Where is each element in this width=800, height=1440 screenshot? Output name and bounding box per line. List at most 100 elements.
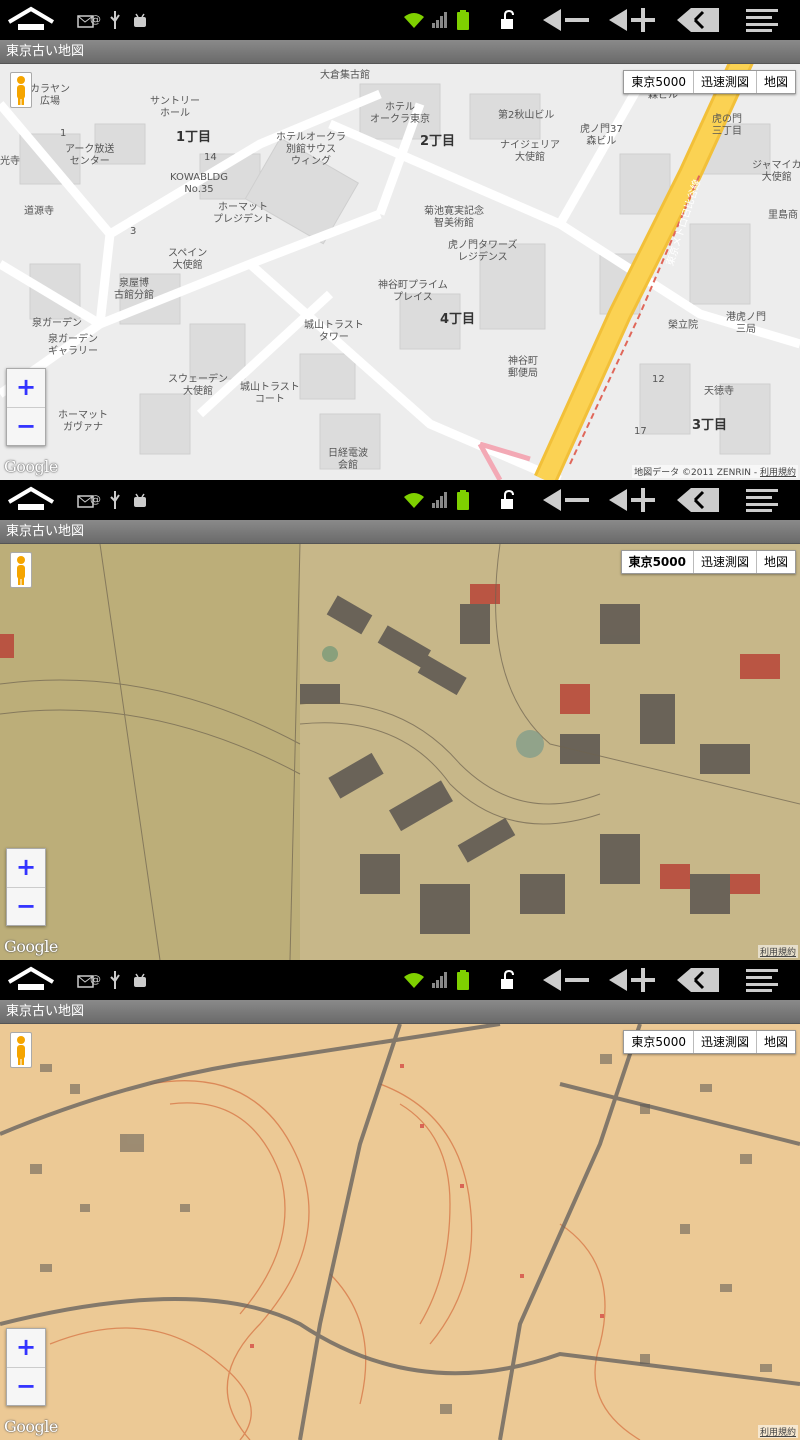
label-nigeria: ナイジェリア 大使館: [500, 140, 560, 163]
zoom-control: + −: [6, 848, 46, 926]
screen-2: @ 東京古い地図 東京5000 迅速測図 地図 + − Google 利用規約: [0, 480, 800, 960]
google-logo: Google: [4, 937, 58, 956]
map-view[interactable]: カラヤン 広場 サントリー ホール アーク放送 センター 光寺 道源寺 KOWABLD…: [0, 64, 800, 480]
label-homat-pres: ホーマット プレジデント: [213, 202, 273, 225]
volume-down-icon[interactable]: [540, 480, 592, 520]
zoom-out-button[interactable]: −: [7, 407, 45, 446]
label-izumi-gallery: 泉ガーデン ギャラリー: [48, 334, 98, 357]
label-kou: 光寺: [0, 156, 20, 167]
label-sweden: スウェーデン 大使館: [168, 374, 228, 397]
unlock-icon[interactable]: [498, 480, 520, 520]
screen-3: @ 東京古い地図 東京5000 迅速測図 地図 + − Google 利用規約: [0, 960, 800, 1440]
volume-up-icon[interactable]: [606, 480, 658, 520]
svg-text:@: @: [90, 493, 101, 506]
label-n12: 12: [652, 374, 665, 385]
map-type-tokyo5000[interactable]: 東京5000: [621, 551, 693, 573]
back-icon[interactable]: [674, 0, 722, 40]
terms-link[interactable]: 利用規約: [760, 468, 796, 478]
label-satomi: 里島商: [768, 210, 798, 221]
map-view[interactable]: 東京5000 迅速測図 地図 + − Google 利用規約: [0, 1024, 800, 1440]
map-copyright: 利用規約: [757, 945, 798, 958]
volume-up-icon[interactable]: [606, 0, 658, 40]
label-kikuchi: 菊池寛実記念 智美術館: [424, 206, 484, 229]
menu-icon[interactable]: [742, 480, 782, 520]
home-icon[interactable]: [4, 0, 58, 40]
label-toranomon-towers: 虎ノ門タワーズ レジデンス: [448, 240, 518, 263]
status-bar: @: [0, 0, 800, 40]
unlock-icon[interactable]: [498, 960, 520, 1000]
label-n14: 14: [204, 152, 217, 163]
map-type-selector: 東京5000 迅速測図 地図: [620, 550, 796, 574]
label-shiroyama-tower: 城山トラスト タワー: [304, 320, 364, 343]
pegman-icon[interactable]: [10, 72, 32, 108]
pegman-icon[interactable]: [10, 552, 32, 588]
zoom-out-button[interactable]: −: [7, 1367, 45, 1406]
zoom-in-button[interactable]: +: [7, 369, 45, 407]
label-izumi-garden: 泉ガーデン: [32, 318, 82, 329]
zoom-in-button[interactable]: +: [7, 849, 45, 887]
status-bar: @: [0, 480, 800, 520]
map-type-selector: 東京5000 迅速測図 地図: [623, 1030, 796, 1054]
email-icon: @: [76, 960, 102, 1000]
label-okura: ホテル オークラ東京: [370, 102, 430, 125]
volume-down-icon[interactable]: [540, 960, 592, 1000]
map-type-tokyo5000[interactable]: 東京5000: [624, 1031, 693, 1053]
back-icon[interactable]: [674, 480, 722, 520]
battery-icon: [456, 0, 470, 40]
menu-icon[interactable]: [742, 0, 782, 40]
label-shiroyama-court: 城山トラスト コート: [240, 382, 300, 405]
volume-down-icon[interactable]: [540, 0, 592, 40]
svg-text:@: @: [90, 13, 101, 26]
terms-link[interactable]: 利用規約: [760, 1428, 796, 1438]
usb-icon: [106, 0, 124, 40]
map-type-map[interactable]: 地図: [755, 71, 795, 93]
volume-up-icon[interactable]: [606, 960, 658, 1000]
unlock-icon[interactable]: [498, 0, 520, 40]
home-icon[interactable]: [4, 960, 58, 1000]
pegman-icon[interactable]: [10, 1032, 32, 1068]
map-view[interactable]: 東京5000 迅速測図 地図 + − Google 利用規約: [0, 544, 800, 960]
label-homat-gav: ホーマット ガヴァナ: [58, 410, 108, 433]
back-icon[interactable]: [674, 960, 722, 1000]
wifi-icon: [402, 960, 426, 1000]
label-taisou: 大倉集古館: [320, 70, 370, 81]
map-type-map[interactable]: 地図: [755, 1031, 795, 1053]
battery-icon: [456, 480, 470, 520]
map-type-map[interactable]: 地図: [755, 551, 795, 573]
jinsoku-map-tiles: [0, 1024, 800, 1440]
terms-link[interactable]: 利用規約: [760, 948, 796, 958]
label-minato: 港虎ノ門 三局: [726, 312, 766, 335]
label-n3: 3: [130, 226, 137, 237]
android-debug-icon: [130, 480, 150, 520]
zoom-in-button[interactable]: +: [7, 1329, 45, 1367]
usb-icon: [106, 960, 124, 1000]
label-kamiyacho-prime: 神谷町プライム プレイス: [378, 280, 448, 303]
map-type-jinsoku[interactable]: 迅速測図: [692, 71, 756, 93]
zoom-control: + −: [6, 1328, 46, 1406]
street-map-tiles: [0, 64, 800, 480]
zoom-control: + −: [6, 368, 46, 446]
signal-icon: [430, 480, 448, 520]
signal-icon: [430, 960, 448, 1000]
label-suntory: サントリー ホール: [150, 96, 200, 119]
home-icon[interactable]: [4, 480, 58, 520]
map-type-tokyo5000[interactable]: 東京5000: [624, 71, 693, 93]
android-debug-icon: [130, 0, 150, 40]
old-map-tiles: [0, 544, 800, 960]
map-type-jinsoku[interactable]: 迅速測図: [692, 1031, 756, 1053]
google-logo: Google: [4, 457, 58, 476]
signal-icon: [430, 0, 448, 40]
battery-icon: [456, 960, 470, 1000]
android-debug-icon: [130, 960, 150, 1000]
label-chome4: 4丁目: [440, 312, 476, 327]
label-chome1: 1丁目: [176, 130, 212, 145]
menu-icon[interactable]: [742, 960, 782, 1000]
label-kamiyacho-post: 神谷町 郵便局: [508, 356, 538, 379]
label-n1: 1: [60, 128, 67, 139]
label-senoku: 泉屋博 古館分館: [114, 278, 154, 301]
map-type-jinsoku[interactable]: 迅速測図: [692, 551, 756, 573]
label-chome2: 2丁目: [420, 134, 456, 149]
label-ark: アーク放送 センター: [65, 144, 115, 167]
copyright-text: 地図データ ©2011 ZENRIN -: [634, 468, 758, 478]
zoom-out-button[interactable]: −: [7, 887, 45, 926]
